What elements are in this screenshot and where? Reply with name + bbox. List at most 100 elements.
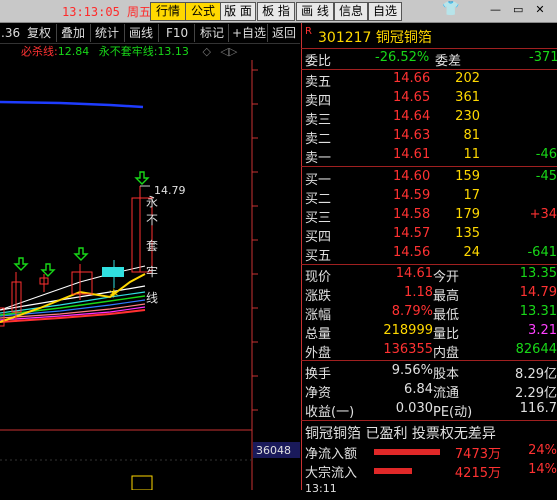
volume-bar [131, 475, 153, 490]
sell-level-row[interactable]: 卖三 14.64 230 [305, 109, 557, 128]
stat-value: 14.61 [395, 266, 433, 281]
stat-row[interactable]: 涨跌 1.18 最高 14.79 [305, 285, 557, 304]
menu-board-index[interactable]: 板 指 [257, 2, 295, 21]
stat-label: 流通 [433, 386, 460, 401]
stat-row[interactable]: 收益(一) 0.030 PE(动) 116.7 [305, 401, 557, 420]
r-marker: R [305, 26, 312, 37]
y-tick-label: 16.00 [262, 97, 296, 111]
signal-arrows [13, 171, 150, 277]
buy-level-row[interactable]: 买五 14.56 24 -641 [305, 245, 557, 264]
bottom-time: 13:11 [305, 482, 337, 495]
level-volume: 24 [463, 245, 480, 260]
divider [90, 24, 91, 42]
stat-label: 涨幅 [305, 308, 332, 323]
level-volume: 11 [463, 147, 480, 162]
buy-level-row[interactable]: 买三 14.58 179 +34 [305, 207, 557, 226]
toolbar-restore-rights[interactable]: 复权 [27, 25, 51, 41]
diamond-icon[interactable]: ◇ [202, 45, 210, 58]
level-volume: 230 [455, 109, 480, 124]
menu-layout[interactable]: 版 面 [220, 2, 256, 21]
restore-icon[interactable]: ▭ [513, 3, 523, 16]
divider [158, 24, 159, 42]
flow-amount: 4215万 [454, 466, 501, 481]
menu-draw-line[interactable]: 画 线 [296, 2, 334, 21]
toolbar-draw[interactable]: 画线 [129, 25, 153, 41]
buy-level-row[interactable]: 买二 14.59 17 [305, 188, 557, 207]
toolbar-statistics[interactable]: 统计 [95, 25, 119, 41]
toolbar-mark[interactable]: 标记 [200, 25, 224, 41]
divider [124, 24, 125, 42]
level-volume: 17 [463, 188, 480, 203]
sell-level-row[interactable]: 卖一 14.61 11 -46 [305, 147, 557, 166]
skin-icon[interactable]: 👕 [440, 1, 462, 21]
y-tick-label: 13.50 [262, 267, 296, 281]
stat-row[interactable]: 净资 6.84 流通 2.29亿 [305, 382, 557, 401]
toolbar-back[interactable]: 返回 [272, 25, 296, 41]
y-tick-label: 16.50 [262, 63, 296, 77]
buy-level-row[interactable]: 买一 14.60 159 -45 [305, 169, 557, 188]
level-label: 买二 [305, 192, 332, 207]
y-tick-label: 15.50 [262, 131, 296, 145]
level-volume: 361 [455, 90, 480, 105]
divider [267, 24, 268, 42]
toolbar-add-watch[interactable]: +自选 [232, 25, 266, 41]
stat-value: 8.29亿 [515, 367, 557, 382]
level-label: 卖三 [305, 113, 332, 128]
kline-chart[interactable]: 16.50 16.00 15.50 15.00 14.50 14.00 13.50 13.00… [0, 60, 300, 490]
indicator-legend: 必杀线:12.84 永不套牢线:13.13 ◇ ◁▷ [0, 45, 300, 59]
star-icon: ✶ [108, 286, 120, 302]
stat-label: 收益(一) [305, 405, 355, 420]
stat-label: 外盘 [305, 346, 332, 361]
minimize-icon[interactable]: — [490, 3, 501, 16]
sell-level-row[interactable]: 卖二 14.63 81 [305, 128, 557, 147]
divider [228, 24, 229, 42]
y-tick-label: 11.50 [262, 403, 296, 417]
stat-row[interactable]: 涨幅 8.79% 最低 13.31 [305, 304, 557, 323]
level-label: 买三 [305, 211, 332, 226]
divider [194, 24, 195, 42]
y-tick-label: 14.00 [262, 233, 296, 247]
level-change: +34 [529, 207, 557, 222]
divider [56, 24, 57, 42]
fund-flow-row[interactable]: 大宗流入 4215万 14% [305, 462, 557, 481]
sell-level-row[interactable]: 卖五 14.66 202 [305, 71, 557, 90]
chevron-left-icon[interactable]: ◁ [220, 45, 228, 58]
level-price: 14.61 [393, 147, 431, 162]
close-icon[interactable]: ✕ [535, 3, 544, 16]
flow-amount: 7473万 [454, 447, 501, 462]
y-tick-label: 15.00 [262, 165, 296, 179]
stat-row[interactable]: 现价 14.61 今开 13.35 [305, 266, 557, 285]
menu-info[interactable]: 信息 [334, 2, 368, 21]
stock-name: 铜冠铜箔 [375, 30, 432, 46]
level-label: 买五 [305, 249, 332, 264]
divider [301, 360, 557, 361]
menu-watchlist[interactable]: 自选 [368, 2, 402, 21]
toolbar-overlay[interactable]: 叠加 [61, 25, 85, 41]
level-label: 买一 [305, 173, 332, 188]
level-change: -45 [535, 169, 557, 184]
stat-row[interactable]: 总量 218999 量比 3.21 [305, 323, 557, 342]
toolbar-f10[interactable]: F10 [166, 25, 188, 41]
menu-quotes[interactable]: 行情 [150, 2, 186, 21]
blue-ma-line [0, 100, 144, 109]
buy-level-row[interactable]: 买四 14.57 135 [305, 226, 557, 245]
level-volume: 81 [463, 128, 480, 143]
svg-text:线: 线 [146, 291, 158, 305]
indicator-label-1: 必杀线: [21, 45, 58, 58]
level-label: 买四 [305, 230, 332, 245]
stat-row[interactable]: 外盘 136355 内盘 82644 [305, 342, 557, 361]
volume-value: 36048 [256, 444, 291, 457]
y-tick-label: 12.00 [262, 369, 296, 383]
level-volume: 135 [455, 226, 480, 241]
level-label: 卖二 [305, 132, 332, 147]
menu-formula[interactable]: 公式 [185, 2, 221, 21]
company-info-line[interactable]: 铜冠铜箔 已盈利 投票权无差异 [305, 423, 557, 442]
y-tick-label: 14.50 [262, 199, 296, 213]
indicator-value-1: 12.84 [57, 45, 90, 58]
sell-level-row[interactable]: 卖四 14.65 361 [305, 90, 557, 109]
level-label: 卖四 [305, 94, 332, 109]
level-price: 14.60 [393, 169, 431, 184]
chevron-right-icon[interactable]: ▷ [229, 45, 237, 58]
stat-value: 13.31 [519, 304, 557, 319]
stat-row[interactable]: 换手 9.56% 股本 8.29亿 [305, 363, 557, 382]
